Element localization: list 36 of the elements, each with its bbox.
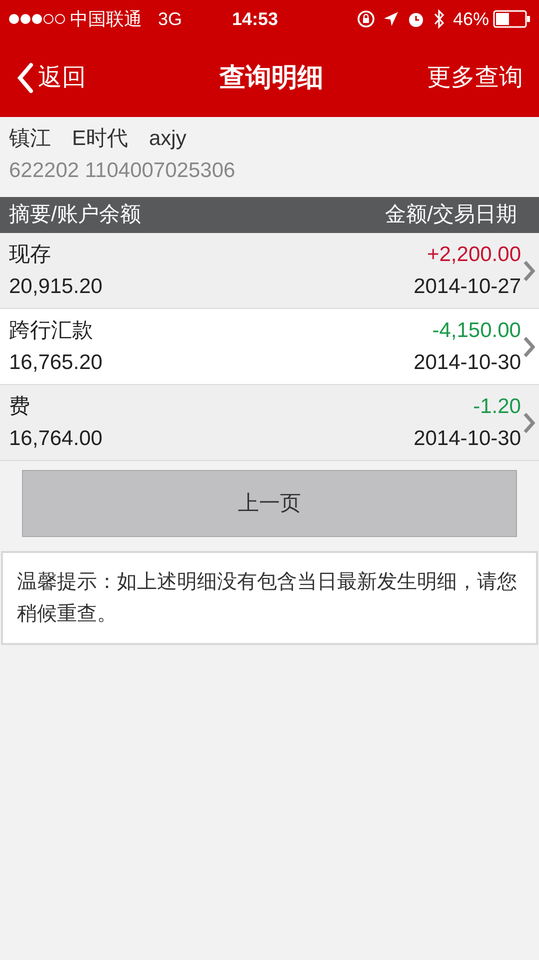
chevron-right-icon [523, 336, 535, 358]
location-arrow-icon [382, 11, 399, 27]
previous-page-button[interactable]: 上一页 [22, 470, 517, 537]
account-name: 镇江 E时代 axjy [9, 126, 188, 152]
transaction-date: 2014-10-30 [414, 426, 521, 452]
column-heading: 金额/交易日期 [385, 202, 517, 228]
page-title: 查询明细 [220, 61, 324, 94]
back-button[interactable]: 返回 [16, 60, 86, 96]
column-heading: 摘要/账户余额 [9, 202, 141, 228]
signal-icon [8, 13, 66, 25]
transaction-summary: 费 [9, 394, 31, 420]
alarm-clock-icon [406, 10, 425, 28]
notice-text: 温馨提示：如上述明细没有包含当日最新发生明细，请您稍候重查。 [1, 551, 538, 645]
network-type: 3G [158, 8, 182, 30]
transaction-amount: -1.20 [473, 394, 521, 420]
transaction-summary: 现存 [9, 242, 52, 268]
chevron-left-icon [16, 62, 34, 94]
account-balance: 16,764.00 [9, 426, 104, 452]
more-query-button[interactable]: 更多查询 [427, 60, 523, 96]
transaction-date: 2014-10-27 [414, 274, 521, 300]
account-balance: 16,765.20 [9, 350, 104, 376]
transaction-row[interactable]: 跨行汇款 16,765.20 -4,150.00 2014-10-30 [0, 309, 539, 385]
account-number: 622202 1104007025306 [9, 158, 236, 184]
transaction-summary: 跨行汇款 [9, 318, 94, 344]
transaction-date: 2014-10-30 [414, 350, 521, 376]
transaction-amount: +2,200.00 [426, 242, 521, 268]
rotation-lock-icon [356, 10, 375, 28]
account-balance: 20,915.20 [9, 274, 104, 300]
chevron-right-icon [523, 412, 535, 434]
bluetooth-icon [432, 9, 445, 29]
clock-time: 14:53 [232, 8, 278, 30]
carrier-name: 中国联通 [70, 8, 142, 30]
battery-icon [493, 10, 531, 28]
transaction-amount: -4,150.00 [432, 318, 521, 344]
chevron-right-icon [523, 260, 535, 282]
battery-percent: 46% [452, 8, 489, 30]
